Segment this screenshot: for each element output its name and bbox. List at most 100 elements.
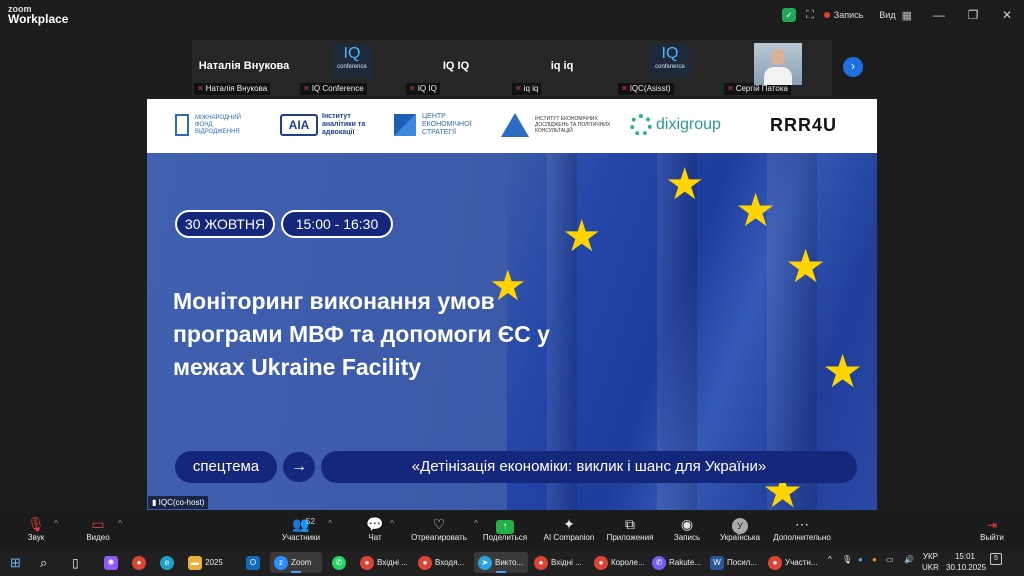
minimize-icon[interactable]: — [922,8,956,22]
record-dot-icon [823,12,830,18]
participant-big-name: Наталія Внукова [198,60,290,72]
tray-mic-icon[interactable]: 🎙 [842,555,852,564]
taskbar-app[interactable]: ● Короле... [594,552,648,573]
ier-logo-icon [501,113,529,137]
taskbar-app[interactable]: ● Участн... [768,552,822,573]
record-label: Запись [833,10,864,20]
taskbar-app[interactable]: ● Вхідні ... [534,552,588,573]
record-icon: ◉ [680,516,694,532]
irf-logo-icon [175,114,189,136]
mic-muted-icon: ✕ [409,84,416,93]
taskbar-clock[interactable]: 15:01 30.10.2025 [946,551,986,573]
record-button[interactable]: ◉ Запись [672,515,702,547]
participants-count: 52 [306,517,315,526]
chevron-up-icon[interactable]: ^ [118,519,122,528]
video-off-icon: ▭ [91,516,105,532]
eu-star-icon: ★ [562,212,602,261]
chevron-up-icon[interactable]: ^ [474,519,478,528]
aia-logo-icon: AIA [280,114,318,136]
special-topic-tag: спецтема [175,451,277,483]
slide-content: ★ ★ ★ ★ ★ ★ ★ 30 ЖОВТНЯ 15:00 - 16:30 Мо… [147,153,877,510]
title-bar: zoom Workplace ✓ ⛶ Запись Вид ▦ — ❐ ✕ [0,0,1024,30]
participant-tile[interactable]: IQ conference ✕ IQ Conference [298,40,402,96]
restore-icon[interactable]: ❐ [956,8,990,22]
next-page-icon[interactable]: › [843,57,863,77]
active-speaker-label: ▮ IQC(co-host) [148,496,209,509]
tray-cloud-icon[interactable]: ● [858,555,863,564]
task-view-icon[interactable]: ▯ [72,552,79,573]
leave-button[interactable]: ⇥ Выйти [980,515,1004,547]
mic-muted-icon: ✕ [621,84,628,93]
participant-caption: ✕ iq iq [512,83,542,95]
signal-bars-icon: ▮ [152,498,159,507]
outlook-icon[interactable]: O [246,552,263,573]
meeting-controls: 🎙 Звук ^ ▭ Видео ^ 👥 52 Участники ^ 💬 Ча… [0,512,1024,548]
participant-tile[interactable]: IQ conference ✕ IQC(Asisst) [616,40,720,96]
taskbar-app-word[interactable]: W Посил... [710,552,764,573]
taskbar-app[interactable]: ● Входя... [418,552,470,573]
audio-button[interactable]: 🎙 Звук ^ [24,515,58,547]
more-button[interactable]: ⋯ Дополнительно [772,515,832,547]
tray-speaker-icon[interactable]: 🔊 [904,555,914,564]
mic-muted-icon: 🎙 [27,516,45,532]
shield-check-icon[interactable]: ✓ [782,8,797,22]
chat-icon: 💬 [366,516,384,532]
iq-conference-logo: IQ conference [332,44,372,78]
participant-tile[interactable]: iq iq ✕ iq iq [510,40,614,96]
date-pill: 30 ЖОВТНЯ [175,210,275,238]
chevron-up-icon[interactable]: ^ [390,519,394,528]
leave-icon: ⇥ [986,518,998,532]
taskbar-app[interactable]: ● Вхідні ... [360,552,412,573]
sponsor-ces: ЦЕНТР ЕКОНОМІЧНОЇ СТРАТЕГІЇ [394,111,484,139]
zoom-logo: zoom Workplace [8,4,68,25]
notifications-icon[interactable]: 5 [990,553,1010,571]
whatsapp-icon[interactable]: ✆ [332,552,349,573]
copilot-icon[interactable]: ✺ [104,552,121,573]
react-button[interactable]: ♡ Отреагировать ^ [410,515,478,547]
participant-tile[interactable]: IQ IQ ✕ IQ IQ [404,40,508,96]
chevron-up-icon[interactable]: ^ [328,519,332,528]
view-button[interactable]: Вид [879,10,895,20]
share-button[interactable]: ↑ Поделиться [482,515,528,547]
chevron-up-icon[interactable]: ^ [54,519,58,528]
search-icon[interactable]: ⌕ [40,552,47,573]
slide-headline: Моніторинг виконання умов програми МВФ т… [173,288,550,380]
edge-icon[interactable]: e [160,552,177,573]
shared-screen: МІЖНАРОДНИЙ ФОНД ВІДРОДЖЕННЯ AIA Інститу… [147,99,877,510]
participants-button[interactable]: 👥 52 Участники ^ [280,515,332,547]
chat-button[interactable]: 💬 Чат ^ [366,515,394,547]
taskbar-app[interactable]: ▬ 2025 [188,552,236,573]
arrow-right-icon: → [283,452,315,482]
expand-icon[interactable]: ⛶ [806,9,814,22]
chrome-icon[interactable]: ● [132,552,149,573]
apps-icon: ⧉ [625,516,635,532]
participant-tile[interactable]: Наталія Внукова ✕ Наталія Внукова [192,40,296,96]
tray-app-icon[interactable]: ● [872,555,877,564]
participant-strip: Наталія Внукова ✕ Наталія Внукова IQ conf… [192,40,832,96]
video-button[interactable]: ▭ Видео ^ [84,515,122,547]
language-button[interactable]: У Українська [718,515,762,547]
input-language[interactable]: УКР UKR [922,551,939,573]
sponsor-rrr4u: RRR4U [770,114,838,135]
view-grid-icon[interactable]: ▦ [902,9,912,22]
tray-overflow-icon[interactable]: ^ [828,555,832,564]
close-icon[interactable]: ✕ [990,8,1024,22]
taskbar-app-zoom[interactable]: z Zoom [270,552,322,573]
windows-start-icon[interactable]: ⊞ [10,552,21,573]
iq-conference-logo: IQ conference [650,44,690,78]
sponsor-logo-bar: МІЖНАРОДНИЙ ФОНД ВІДРОДЖЕННЯ AIA Інститу… [147,99,877,153]
mic-muted-icon: ✕ [727,84,734,93]
tray-display-icon[interactable]: ▭ [886,555,894,564]
sponsor-dixigroup: dixigroup [630,111,721,139]
mic-muted-icon: ✕ [515,84,522,93]
ai-companion-button[interactable]: ✦ AI Companion [542,515,596,547]
participant-caption: ✕ IQ IQ [406,83,440,95]
recording-indicator[interactable]: Запись [823,10,864,20]
eu-star-icon: ★ [785,240,827,292]
taskbar-app-viber[interactable]: ✆ Rakute... [652,552,706,573]
ces-logo-icon [394,114,416,136]
taskbar-app-telegram[interactable]: ➤ Викто... [474,552,528,573]
heart-icon: ♡ [432,516,446,532]
apps-button[interactable]: ⧉ Приложения [606,515,654,547]
participant-big-name: IQ IQ [442,60,470,72]
